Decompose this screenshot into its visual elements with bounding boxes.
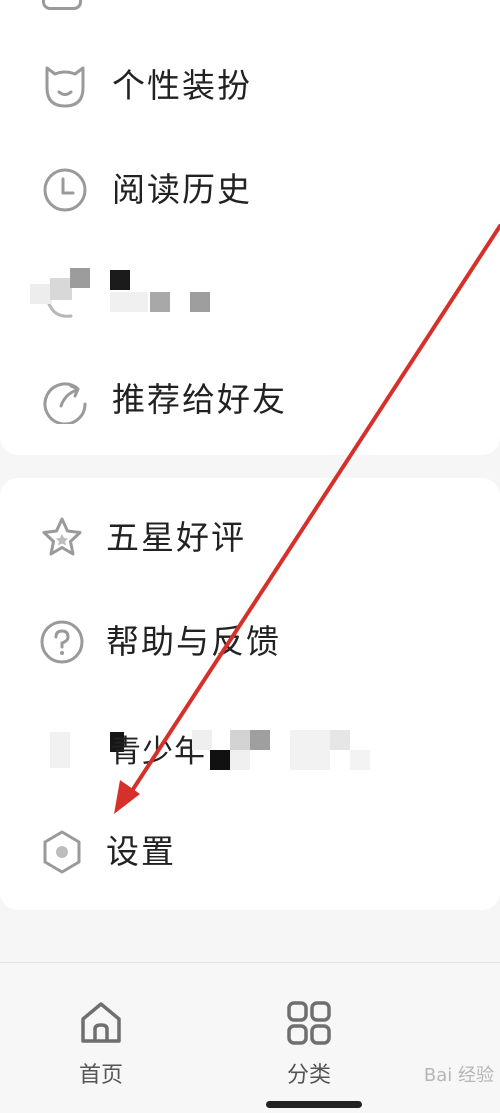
menu-item-share[interactable]: 推荐给好友 bbox=[0, 364, 500, 434]
clock-icon bbox=[43, 168, 87, 212]
bottom-tab-bar: 首页 分类 bbox=[0, 962, 500, 1113]
question-icon bbox=[40, 620, 84, 664]
watermark: Bai 经验 bbox=[423, 1065, 494, 1086]
cat-face-icon bbox=[45, 66, 85, 108]
menu-item-label: 个性装扮 bbox=[112, 66, 252, 105]
menu-item-label: 五星好评 bbox=[106, 518, 246, 557]
menu-item-rate[interactable]: 五星好评 bbox=[0, 502, 500, 572]
tab-category[interactable]: 分类 bbox=[249, 999, 369, 1089]
menu-item-help[interactable]: 帮助与反馈 bbox=[0, 606, 500, 676]
menu-item-label: 设置 bbox=[106, 832, 176, 871]
menu-page: 个性装扮 阅读历史 推荐给好友 五星好评 帮助与反馈 青少年 设置 首页 分类 … bbox=[0, 0, 500, 1113]
pixelated-label: 青少年 bbox=[44, 712, 374, 774]
home-indicator[interactable] bbox=[266, 1101, 362, 1108]
menu-item-label: 帮助与反馈 bbox=[106, 622, 281, 661]
grid-icon bbox=[287, 1001, 331, 1045]
pixelated-label bbox=[30, 264, 220, 320]
menu-item-hidden[interactable] bbox=[0, 262, 500, 332]
menu-card-top: 个性装扮 阅读历史 推荐给好友 bbox=[0, 0, 500, 455]
home-icon bbox=[81, 1002, 121, 1043]
menu-item-settings[interactable]: 设置 bbox=[0, 816, 500, 886]
menu-item-theme[interactable]: 个性装扮 bbox=[0, 50, 500, 120]
tab-home[interactable]: 首页 bbox=[41, 999, 161, 1089]
star-icon bbox=[42, 517, 82, 556]
menu-item-history[interactable]: 阅读历史 bbox=[0, 154, 500, 224]
share-arrow-icon bbox=[43, 382, 87, 424]
menu-item-label: 阅读历史 bbox=[112, 170, 252, 209]
menu-item-label: 推荐给好友 bbox=[112, 380, 287, 419]
tab-label: 分类 bbox=[286, 1063, 331, 1088]
cut-off-icon bbox=[42, 0, 82, 10]
hexagon-gear-icon bbox=[43, 830, 81, 874]
tab-label: 首页 bbox=[78, 1063, 123, 1088]
menu-item-youth[interactable]: 青少年 bbox=[0, 712, 500, 782]
